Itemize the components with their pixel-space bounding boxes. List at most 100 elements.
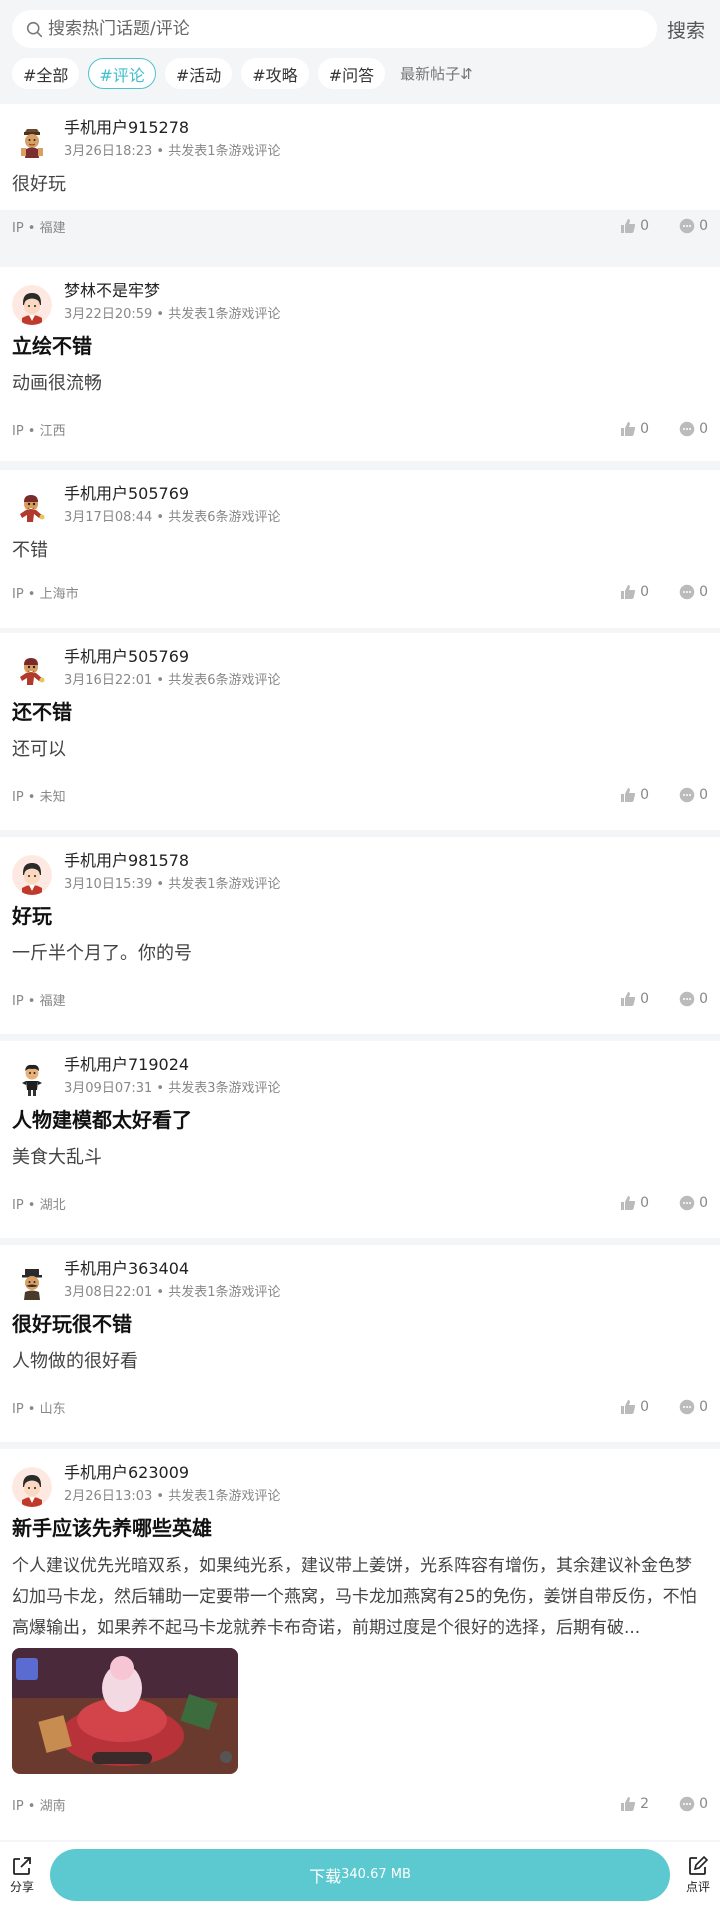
avatar[interactable] bbox=[12, 1467, 52, 1507]
comment-button[interactable]: 0 bbox=[679, 584, 708, 600]
comment-icon bbox=[679, 421, 695, 437]
post-card[interactable]: 手机用户915278 3月26日18:23 • 共发表1条游戏评论 很好玩 IP … bbox=[0, 104, 720, 236]
avatar[interactable] bbox=[12, 1263, 52, 1303]
post-card[interactable]: 梦林不是牢梦 3月22日20:59 • 共发表1条游戏评论 立绘不错 动画很流畅 … bbox=[0, 267, 720, 461]
search-button[interactable]: 搜索 bbox=[667, 16, 705, 43]
post-meta: 2月26日13:03 • 共发表1条游戏评论 bbox=[64, 1489, 281, 1504]
post-header: 手机用户915278 3月26日18:23 • 共发表1条游戏评论 bbox=[12, 116, 708, 170]
share-label: 分享 bbox=[9, 1879, 34, 1894]
like-button[interactable]: 0 bbox=[620, 421, 649, 437]
search-icon bbox=[26, 21, 43, 37]
avatar[interactable] bbox=[12, 651, 52, 691]
post-body: 很好玩 bbox=[12, 174, 66, 195]
username[interactable]: 手机用户719024 bbox=[64, 1055, 280, 1075]
comment-button[interactable]: 0 bbox=[679, 991, 708, 1007]
like-count: 0 bbox=[640, 218, 650, 234]
like-button[interactable]: 0 bbox=[620, 787, 649, 803]
thumb-up-icon bbox=[620, 421, 636, 437]
comment-icon bbox=[679, 218, 695, 234]
post-body: 还可以 bbox=[12, 739, 66, 760]
like-button[interactable]: 2 bbox=[620, 1796, 649, 1812]
post-card[interactable]: 手机用户719024 3月09日07:31 • 共发表3条游戏评论 人物建模都太好… bbox=[0, 1041, 720, 1238]
post-card[interactable]: 手机用户505769 3月17日08:44 • 共发表6条游戏评论 不错 IP •… bbox=[0, 470, 720, 628]
avatar[interactable] bbox=[12, 122, 52, 162]
username[interactable]: 手机用户981578 bbox=[64, 851, 280, 871]
search-row: 搜索 bbox=[12, 10, 708, 48]
sort-dropdown[interactable]: 最新帖子⇵ bbox=[400, 63, 473, 84]
comment-count: 0 bbox=[699, 991, 708, 1007]
username[interactable]: 手机用户915278 bbox=[64, 118, 280, 138]
post-card[interactable]: 手机用户363404 3月08日22:01 • 共发表1条游戏评论 很好玩很不错 … bbox=[0, 1245, 720, 1442]
post-image[interactable] bbox=[12, 1648, 238, 1774]
like-count: 0 bbox=[640, 421, 650, 437]
post-meta: 3月10日15:39 • 共发表1条游戏评论 bbox=[64, 877, 281, 892]
comment-button[interactable]: 0 bbox=[679, 1399, 708, 1415]
post-title: 人物建模都太好看了 bbox=[12, 1108, 192, 1132]
search-input[interactable] bbox=[48, 19, 608, 39]
comment-icon bbox=[679, 1796, 695, 1812]
post-card[interactable]: 手机用户623009 2月26日13:03 • 共发表1条游戏评论 新手应该先养哪… bbox=[0, 1449, 720, 1840]
post-body: 美食大乱斗 bbox=[12, 1147, 102, 1168]
thumb-up-icon bbox=[620, 584, 636, 600]
like-button[interactable]: 0 bbox=[620, 218, 649, 234]
post-footer: IP • 福建 0 0 bbox=[12, 977, 708, 1021]
username[interactable]: 手机用户505769 bbox=[64, 484, 280, 504]
post-card[interactable]: 手机用户981578 3月10日15:39 • 共发表1条游戏评论 好玩 一斤半个… bbox=[0, 837, 720, 1034]
like-count: 0 bbox=[640, 1399, 650, 1415]
ip-location: IP • 未知 bbox=[12, 789, 66, 805]
download-label: 下载 bbox=[309, 1866, 342, 1886]
post-header: 手机用户363404 3月08日22:01 • 共发表1条游戏评论 bbox=[12, 1257, 708, 1311]
tag-all[interactable]: #全部 bbox=[12, 58, 80, 89]
tag-qa[interactable]: #问答 bbox=[317, 58, 386, 89]
avatar[interactable] bbox=[12, 1059, 52, 1099]
post-footer: IP • 湖南 2 0 bbox=[12, 1782, 708, 1826]
like-button[interactable]: 0 bbox=[620, 1399, 649, 1415]
tag-review[interactable]: #评论 bbox=[88, 58, 156, 89]
post-footer: IP • 未知 0 0 bbox=[12, 773, 708, 817]
like-count: 2 bbox=[640, 1796, 650, 1812]
post-footer: IP • 福建 0 0 bbox=[12, 204, 708, 248]
ip-location: IP • 山东 bbox=[12, 1401, 66, 1417]
ip-location: IP • 江西 bbox=[12, 423, 66, 439]
tag-event[interactable]: #活动 bbox=[164, 58, 233, 89]
comment-count: 0 bbox=[699, 584, 708, 600]
comment-button[interactable]: 0 bbox=[679, 787, 708, 803]
username[interactable]: 手机用户623009 bbox=[64, 1463, 280, 1483]
comment-count: 0 bbox=[699, 1195, 708, 1211]
comment-icon bbox=[679, 1195, 695, 1211]
thumb-up-icon bbox=[620, 991, 636, 1007]
like-count: 0 bbox=[640, 1195, 650, 1211]
tag-guide[interactable]: #攻略 bbox=[241, 58, 309, 89]
post-footer: IP • 山东 0 0 bbox=[12, 1385, 708, 1429]
ip-location: IP • 湖北 bbox=[12, 1197, 66, 1213]
comment-count: 0 bbox=[699, 1399, 708, 1415]
post-body: 人物做的很好看 bbox=[12, 1351, 138, 1372]
review-button[interactable]: 点评 bbox=[676, 1855, 720, 1895]
share-button[interactable]: 分享 bbox=[0, 1855, 44, 1895]
avatar[interactable] bbox=[12, 285, 52, 325]
search-box[interactable] bbox=[12, 10, 657, 48]
like-button[interactable]: 0 bbox=[620, 584, 649, 600]
post-body: 个人建议优先光暗双系，如果纯光系，建议带上姜饼，光系阵容有增伤，其余建议补金色梦… bbox=[12, 1556, 697, 1638]
comment-button[interactable]: 0 bbox=[679, 1195, 708, 1211]
top-bar: 搜索 #全部 #评论 #活动 #攻略 #问答 最新帖子⇵ bbox=[0, 0, 720, 104]
comment-button[interactable]: 0 bbox=[679, 1796, 708, 1812]
username[interactable]: 手机用户363404 bbox=[64, 1259, 280, 1279]
edit-icon bbox=[689, 1855, 709, 1875]
post-card[interactable]: 手机用户505769 3月16日22:01 • 共发表6条游戏评论 还不错 还可以… bbox=[0, 633, 720, 830]
username[interactable]: 梦林不是牢梦 bbox=[64, 281, 280, 301]
avatar[interactable] bbox=[12, 488, 52, 528]
comment-count: 0 bbox=[699, 1796, 708, 1812]
comment-button[interactable]: 0 bbox=[679, 218, 708, 234]
tag-filter-bar: #全部 #评论 #活动 #攻略 #问答 最新帖子⇵ bbox=[12, 58, 708, 89]
post-meta: 3月17日08:44 • 共发表6条游戏评论 bbox=[64, 510, 281, 525]
comment-button[interactable]: 0 bbox=[679, 421, 708, 437]
comment-icon bbox=[679, 991, 695, 1007]
avatar[interactable] bbox=[12, 855, 52, 895]
bottom-action-bar: 分享 下载 340.67 MB 点评 bbox=[0, 1842, 720, 1907]
like-button[interactable]: 0 bbox=[620, 1195, 649, 1211]
download-button[interactable]: 下载 340.67 MB bbox=[50, 1848, 670, 1901]
like-button[interactable]: 0 bbox=[620, 991, 649, 1007]
username[interactable]: 手机用户505769 bbox=[64, 647, 280, 667]
thumb-up-icon bbox=[620, 1796, 636, 1812]
